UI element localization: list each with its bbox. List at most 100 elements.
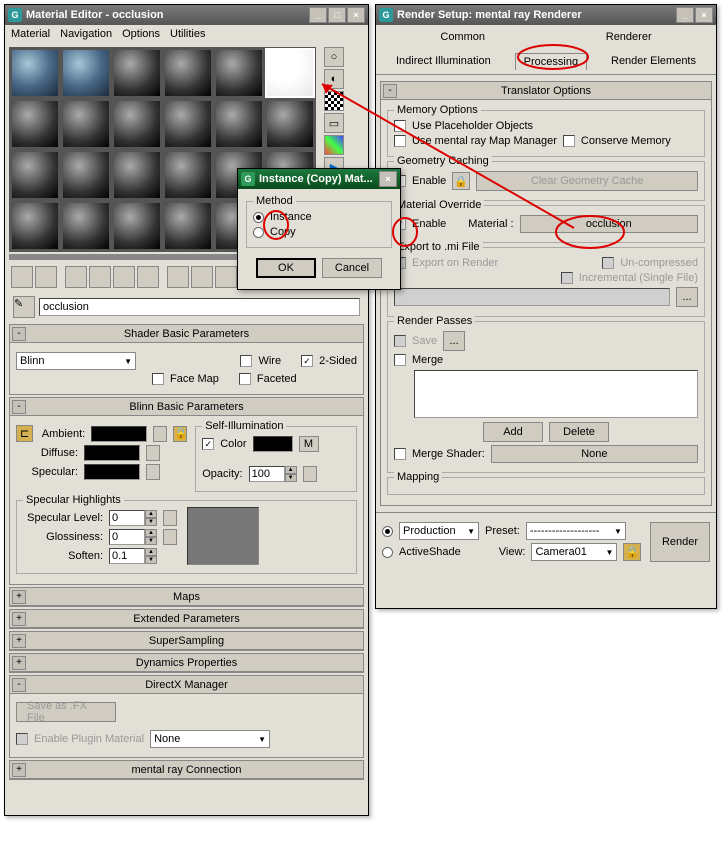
- material-slot[interactable]: [112, 201, 162, 251]
- specular-swatch[interactable]: [84, 464, 140, 480]
- save-fx-button[interactable]: Save as .FX File: [16, 702, 116, 722]
- reset-icon[interactable]: [89, 266, 111, 288]
- wire-checkbox[interactable]: [240, 355, 252, 367]
- rollout-toggle[interactable]: +: [12, 590, 26, 604]
- rollout-toggle[interactable]: -: [12, 678, 26, 692]
- tab-elements[interactable]: Render Elements: [603, 53, 704, 70]
- color-checkbox[interactable]: [202, 438, 214, 450]
- self-illum-swatch[interactable]: [253, 436, 293, 452]
- material-slot[interactable]: [10, 48, 60, 98]
- map-manager-checkbox[interactable]: [394, 135, 406, 147]
- close-button[interactable]: ×: [347, 7, 365, 23]
- close-button[interactable]: ×: [379, 171, 397, 187]
- rollout-toggle[interactable]: +: [12, 612, 26, 626]
- sample-uv-icon[interactable]: ▭: [324, 113, 344, 133]
- soften-spinner[interactable]: ▲▼: [109, 548, 157, 564]
- menu-navigation[interactable]: Navigation: [60, 28, 112, 40]
- export-path-field[interactable]: [394, 288, 670, 306]
- sample-type-icon[interactable]: ○: [324, 47, 344, 67]
- gloss-map-btn[interactable]: [163, 529, 177, 545]
- close-button[interactable]: ×: [695, 7, 713, 23]
- material-slot[interactable]: [10, 150, 60, 200]
- menu-utilities[interactable]: Utilities: [170, 28, 205, 40]
- activeshade-radio[interactable]: [382, 547, 393, 558]
- show-map-icon[interactable]: [137, 266, 159, 288]
- production-radio[interactable]: [382, 526, 393, 537]
- diffuse-swatch[interactable]: [84, 445, 140, 461]
- material-slot[interactable]: [265, 99, 315, 149]
- copy-radio[interactable]: [253, 227, 264, 238]
- passes-list[interactable]: [414, 370, 698, 418]
- view-dropdown[interactable]: Camera01▼: [531, 543, 617, 561]
- rollout-toggle[interactable]: +: [12, 634, 26, 648]
- delete-button[interactable]: Delete: [549, 422, 609, 442]
- material-slot[interactable]: [163, 150, 213, 200]
- plugin-dropdown[interactable]: None▼: [150, 730, 270, 748]
- minimize-button[interactable]: _: [309, 7, 327, 23]
- assign-icon[interactable]: [65, 266, 87, 288]
- material-slot[interactable]: [214, 48, 264, 98]
- self-illum-map-btn[interactable]: M: [299, 436, 319, 452]
- spec-level-map-btn[interactable]: [163, 510, 177, 526]
- menu-options[interactable]: Options: [122, 28, 160, 40]
- material-slot[interactable]: [163, 201, 213, 251]
- pick-icon[interactable]: ✎: [13, 296, 35, 318]
- face-map-checkbox[interactable]: [152, 373, 164, 385]
- rollout-toggle[interactable]: +: [12, 763, 26, 777]
- specular-map-btn[interactable]: [146, 464, 160, 480]
- rollout-toggle[interactable]: -: [383, 84, 397, 98]
- lock-icon[interactable]: 🔒: [452, 172, 470, 190]
- cancel-button[interactable]: Cancel: [322, 258, 382, 278]
- instance-radio[interactable]: [253, 212, 264, 223]
- rollout-toggle[interactable]: -: [12, 327, 26, 341]
- save-browse-button[interactable]: ...: [443, 331, 465, 351]
- merge-shader-checkbox[interactable]: [394, 448, 406, 460]
- ok-button[interactable]: OK: [256, 258, 316, 278]
- diffuse-map-btn[interactable]: [146, 445, 160, 461]
- rollout-toggle[interactable]: -: [12, 400, 26, 414]
- spec-level-spinner[interactable]: ▲▼: [109, 510, 157, 526]
- save-checkbox[interactable]: [394, 335, 406, 347]
- material-slot[interactable]: [61, 201, 111, 251]
- ambient-swatch[interactable]: [91, 426, 147, 442]
- material-editor-titlebar[interactable]: G Material Editor - occlusion _ □ ×: [5, 5, 368, 25]
- lock-diffuse-icon[interactable]: 🔒: [173, 426, 187, 442]
- add-button[interactable]: Add: [483, 422, 543, 442]
- maximize-button[interactable]: □: [328, 7, 346, 23]
- get-material-icon[interactable]: [11, 266, 33, 288]
- background-icon[interactable]: [324, 91, 344, 111]
- material-slot[interactable]: [10, 201, 60, 251]
- material-slot[interactable]: [112, 99, 162, 149]
- ambient-map-btn[interactable]: [153, 426, 167, 442]
- lock-view-icon[interactable]: 🔒: [623, 543, 641, 561]
- copy-icon[interactable]: [113, 266, 135, 288]
- tab-common[interactable]: Common: [432, 29, 493, 45]
- minimize-button[interactable]: _: [676, 7, 694, 23]
- browse-button[interactable]: ...: [676, 287, 698, 307]
- incremental-checkbox[interactable]: [561, 272, 573, 284]
- tab-indirect[interactable]: Indirect Illumination: [388, 53, 499, 70]
- nav-parent-icon[interactable]: [191, 266, 213, 288]
- lock-icon[interactable]: ⊏: [16, 425, 33, 442]
- material-name-input[interactable]: [39, 298, 360, 316]
- put-to-scene-icon[interactable]: [35, 266, 57, 288]
- material-slot-selected[interactable]: [265, 48, 315, 98]
- material-slot[interactable]: [61, 99, 111, 149]
- menu-material[interactable]: Material: [11, 28, 50, 40]
- dialog-titlebar[interactable]: G Instance (Copy) Mat... ×: [238, 169, 400, 189]
- production-dropdown[interactable]: Production▼: [399, 522, 479, 540]
- clear-cache-button[interactable]: Clear Geometry Cache: [476, 171, 698, 191]
- show-result-icon[interactable]: [167, 266, 189, 288]
- material-slot[interactable]: [112, 150, 162, 200]
- video-check-icon[interactable]: [324, 135, 344, 155]
- gloss-spinner[interactable]: ▲▼: [109, 529, 157, 545]
- conserve-checkbox[interactable]: [563, 135, 575, 147]
- rollout-toggle[interactable]: +: [12, 656, 26, 670]
- backlight-icon[interactable]: ◐: [324, 69, 344, 89]
- material-slot[interactable]: [10, 99, 60, 149]
- shader-dropdown[interactable]: Blinn▼: [16, 352, 136, 370]
- tab-processing[interactable]: Processing: [515, 53, 587, 70]
- uncompressed-checkbox[interactable]: [602, 257, 614, 269]
- merge-checkbox[interactable]: [394, 354, 406, 366]
- material-slot[interactable]: [112, 48, 162, 98]
